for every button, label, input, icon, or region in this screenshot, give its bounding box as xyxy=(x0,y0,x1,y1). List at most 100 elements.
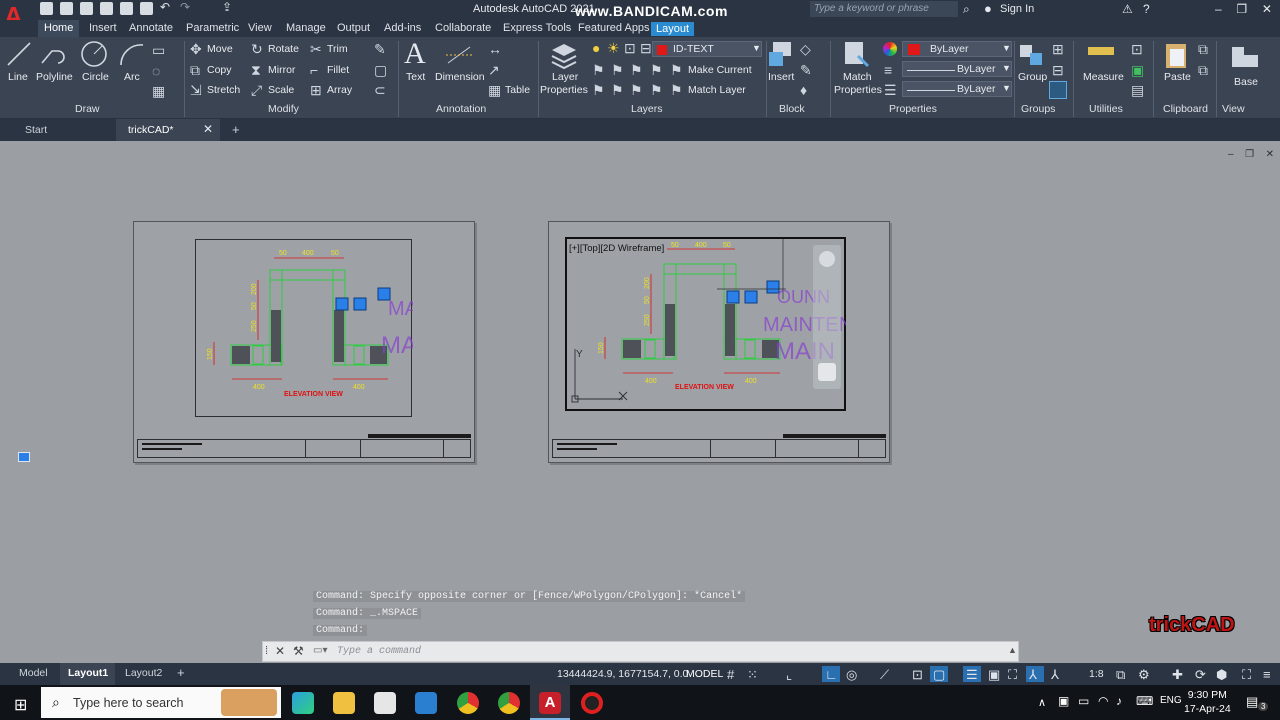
autocad-taskbar-icon[interactable]: A xyxy=(539,692,561,714)
group-edit-icon[interactable]: ⊟ xyxy=(1052,63,1064,77)
view-panel-title[interactable]: View xyxy=(1222,103,1245,115)
insert-block-icon[interactable] xyxy=(767,40,797,70)
chrome-icon[interactable] xyxy=(457,692,479,714)
leader-icon[interactable]: ↗ xyxy=(488,63,500,77)
restore-icon[interactable]: ❐ xyxy=(1245,149,1254,160)
circle-icon[interactable] xyxy=(80,40,108,68)
gradient-icon[interactable]: ▦ xyxy=(152,84,165,98)
restore-icon[interactable]: ❐ xyxy=(1236,2,1247,16)
dimension-icon[interactable] xyxy=(444,41,474,69)
tab-layout1[interactable]: Layout1 xyxy=(68,667,108,679)
tab-model[interactable]: Model xyxy=(19,667,48,679)
tab-home[interactable]: Home xyxy=(38,20,80,37)
isolate-objects-icon[interactable]: ⟳ xyxy=(1195,667,1206,683)
model-space-toggle[interactable]: MODEL xyxy=(686,668,723,680)
group-selection-icon[interactable] xyxy=(1049,81,1067,99)
layer-isolate-icon[interactable]: ⚑ xyxy=(611,63,624,77)
keyboard-icon[interactable]: ⌨ xyxy=(1136,694,1153,708)
close-tab-icon[interactable]: ✕ xyxy=(203,122,213,136)
rotate-button[interactable]: Rotate xyxy=(268,43,299,55)
tab-manage[interactable]: Manage xyxy=(286,22,326,34)
calculator-icon[interactable]: ▤ xyxy=(1131,83,1144,97)
edit-attributes-icon[interactable]: ♦ xyxy=(800,83,807,97)
circle-button[interactable]: Circle xyxy=(82,71,109,83)
layer-off-icon[interactable]: ⚑ xyxy=(592,63,605,77)
layer-delete-icon[interactable]: ⚑ xyxy=(630,83,643,97)
add-layout-icon[interactable]: + xyxy=(177,665,185,680)
start-tab[interactable]: Start xyxy=(25,124,47,136)
clean-screen-icon[interactable]: ⛶ xyxy=(1242,667,1251,683)
scale-readout[interactable]: 1:8 xyxy=(1089,668,1104,680)
create-block-icon[interactable]: ◇ xyxy=(800,42,811,56)
polyline-button[interactable]: Polyline xyxy=(36,71,73,83)
base-button[interactable]: Base xyxy=(1234,76,1258,88)
modify-panel-title[interactable]: Modify xyxy=(268,103,299,115)
fillet-button[interactable]: Fillet xyxy=(327,64,349,76)
cut-icon[interactable]: ⧉ xyxy=(1198,42,1208,56)
make-current-button[interactable]: Make Current xyxy=(688,64,752,76)
polyline-icon[interactable] xyxy=(40,41,68,67)
block-panel-title[interactable]: Block xyxy=(779,103,805,115)
edge-icon[interactable] xyxy=(292,692,314,714)
coordinates-readout[interactable]: 13444424.9, 1677154.7, 0.0 xyxy=(557,668,688,680)
layout-sheet-1[interactable]: 50 400 50 200 50 250 150 400 400 ELEVATI… xyxy=(133,221,478,463)
help-search-input[interactable]: Type a keyword or phrase xyxy=(810,1,958,17)
hardware-acceleration-icon[interactable]: ⬢ xyxy=(1216,667,1227,683)
stretch-button[interactable]: Stretch xyxy=(207,84,240,96)
recent-commands-icon[interactable]: ▭▾ xyxy=(313,645,327,656)
new-tab-icon[interactable]: + xyxy=(232,122,240,137)
navigation-bar[interactable] xyxy=(813,245,841,389)
tab-featured-apps[interactable]: Featured Apps xyxy=(578,22,650,34)
taskbar-clock[interactable]: 9:30 PM 17-Apr-24 xyxy=(1184,688,1231,716)
match-properties-icon[interactable] xyxy=(842,40,870,70)
layer-unisolate-icon[interactable]: ⚑ xyxy=(630,63,643,77)
linear-dim-icon[interactable]: ↔ xyxy=(488,42,502,56)
match-layer-button[interactable]: Match Layer xyxy=(688,84,746,96)
erase-icon[interactable]: ✎ xyxy=(374,42,386,56)
maximize-viewport-icon[interactable]: ⧉ xyxy=(1116,667,1125,683)
measure-icon[interactable] xyxy=(1088,47,1114,55)
annotation-scale-icon[interactable]: ⅄ xyxy=(1029,667,1037,683)
dimension-button[interactable]: Dimension xyxy=(435,71,485,83)
ungroup-icon[interactable]: ⊞ xyxy=(1052,42,1064,56)
arc-button[interactable]: Arc xyxy=(124,71,140,83)
draw-panel-title[interactable]: Draw xyxy=(75,103,100,115)
help-icon[interactable]: ? xyxy=(1143,2,1150,16)
chrome-profile-icon[interactable] xyxy=(498,692,520,714)
base-view-icon[interactable] xyxy=(1230,45,1260,69)
minimize-icon[interactable]: – xyxy=(1228,149,1234,160)
edit-block-icon[interactable]: ✎ xyxy=(800,63,812,77)
annotation-visibility-icon[interactable]: ⛶ xyxy=(1008,667,1017,683)
copy-button[interactable]: Copy xyxy=(207,64,232,76)
layer-merge-icon[interactable]: ⚑ xyxy=(611,83,624,97)
tray-app-icon[interactable]: ▣ xyxy=(1058,694,1069,708)
tab-output[interactable]: Output xyxy=(337,22,370,34)
match-properties-label-2[interactable]: Properties xyxy=(834,84,882,96)
ortho-icon[interactable]: ⌞ xyxy=(786,667,792,683)
tab-collaborate[interactable]: Collaborate xyxy=(435,22,491,34)
group-button[interactable]: Group xyxy=(1018,71,1047,83)
layer-properties-icon[interactable] xyxy=(548,40,578,70)
paste-icon[interactable] xyxy=(1163,40,1189,70)
table-button[interactable]: Table xyxy=(505,84,530,96)
tab-layout2[interactable]: Layout2 xyxy=(125,667,162,679)
viewport-label[interactable]: [+][Top][2D Wireframe] xyxy=(569,243,664,254)
sign-in-link[interactable]: Sign In xyxy=(1000,3,1034,15)
mail-icon[interactable] xyxy=(415,692,437,714)
layer-dropdown[interactable]: ID-TEXT ▼ xyxy=(652,41,762,57)
groups-panel-title[interactable]: Groups xyxy=(1021,103,1055,115)
customization-icon[interactable]: ≡ xyxy=(1263,667,1271,682)
active-viewport[interactable]: [+][Top][2D Wireframe] 50 400 50 200 50 … xyxy=(565,237,853,411)
battery-icon[interactable]: ▭ xyxy=(1078,694,1089,708)
color-wheel-icon[interactable] xyxy=(883,42,897,56)
redo-icon[interactable]: ↷ xyxy=(180,0,193,14)
layer-properties-label-1[interactable]: Layer xyxy=(552,71,578,83)
tab-layout[interactable]: Layout xyxy=(651,22,695,36)
open-file-icon[interactable] xyxy=(60,2,73,15)
snap-icon[interactable]: ⁙ xyxy=(747,667,758,683)
notifications-icon[interactable]: ▤ xyxy=(1246,694,1258,710)
scale-button[interactable]: Scale xyxy=(268,84,294,96)
insert-button[interactable]: Insert xyxy=(768,71,794,83)
explode-icon[interactable]: ▢ xyxy=(374,63,387,77)
layout-sheet-2[interactable]: [+][Top][2D Wireframe] 50 400 50 200 50 … xyxy=(548,221,890,463)
